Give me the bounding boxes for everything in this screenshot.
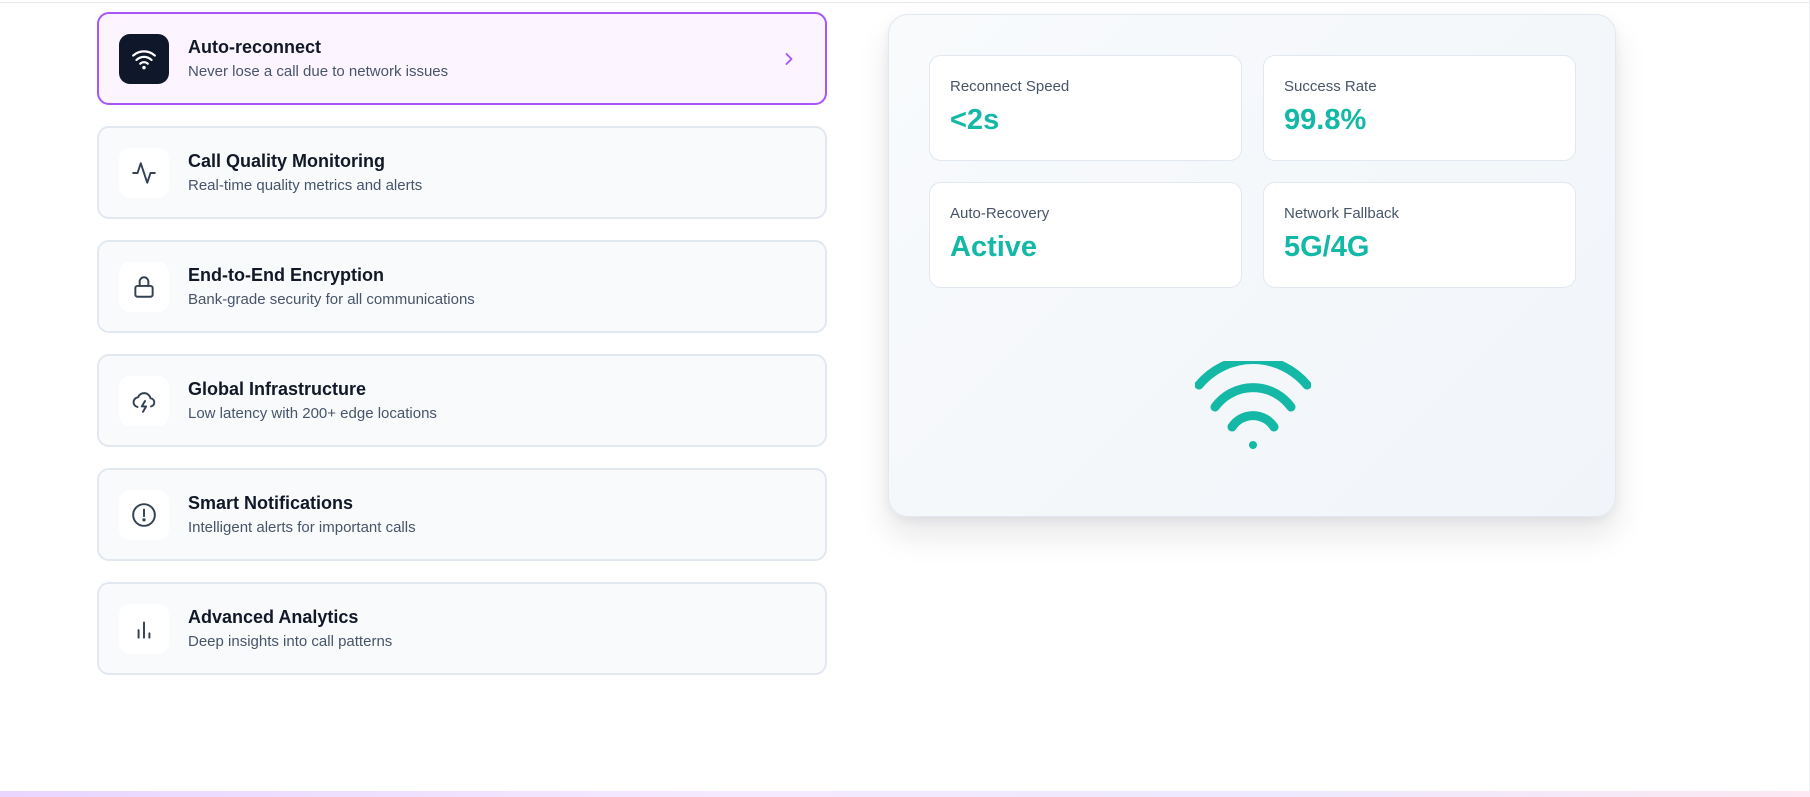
chevron-right-icon [785, 52, 793, 65]
feature-title: Smart Notifications [188, 493, 354, 513]
feature-description: Bank-grade security for all communicatio… [188, 291, 475, 308]
top-divider [0, 2, 1810, 3]
feature-advanced-analytics[interactable]: Advanced Analytics Deep insights into ca… [97, 582, 827, 675]
stat-card-success-rate: Success Rate 99.8% [1263, 55, 1576, 161]
feature-list: Auto-reconnect Never lose a call due to … [97, 12, 827, 696]
stat-label: Auto-Recovery [950, 205, 1050, 222]
feature-description: Intelligent alerts for important calls [188, 519, 416, 536]
lock-icon [119, 261, 169, 312]
feature-end-to-end-encryption[interactable]: End-to-End Encryption Bank-grade securit… [97, 240, 827, 333]
connection-stats-panel: Reconnect Speed <2s Success Rate 99.8% A… [888, 14, 1616, 517]
stat-label: Network Fallback [1284, 205, 1400, 222]
feature-title: Call Quality Monitoring [188, 151, 385, 171]
stat-card-auto-recovery: Auto-Recovery Active [929, 182, 1242, 288]
feature-description: Never lose a call due to network issues [188, 63, 449, 80]
feature-call-quality-monitoring[interactable]: Call Quality Monitoring Real-time qualit… [97, 126, 827, 219]
feature-title: Advanced Analytics [188, 607, 359, 627]
feature-description: Low latency with 200+ edge locations [188, 405, 437, 422]
wifi-icon [1195, 361, 1311, 449]
feature-description: Real-time quality metrics and alerts [188, 177, 423, 194]
alert-circle-icon [119, 489, 169, 540]
cloud-lightning-icon [119, 375, 169, 426]
feature-description: Deep insights into call patterns [188, 633, 393, 650]
stat-value: <2s [950, 104, 1000, 136]
feature-title: Auto-reconnect [188, 37, 322, 57]
stat-value: Active [950, 231, 1038, 263]
stat-card-reconnect-speed: Reconnect Speed <2s [929, 55, 1242, 161]
stat-value: 99.8% [1284, 104, 1367, 136]
bar-chart-icon [119, 603, 169, 654]
stat-value: 5G/4G [1284, 231, 1370, 263]
feature-auto-reconnect[interactable]: Auto-reconnect Never lose a call due to … [97, 12, 827, 105]
stat-label: Reconnect Speed [950, 78, 1070, 95]
feature-smart-notifications[interactable]: Smart Notifications Intelligent alerts f… [97, 468, 827, 561]
stat-card-network-fallback: Network Fallback 5G/4G [1263, 182, 1576, 288]
activity-icon [119, 147, 169, 198]
feature-global-infrastructure[interactable]: Global Infrastructure Low latency with 2… [97, 354, 827, 447]
feature-title: Global Infrastructure [188, 379, 367, 399]
wifi-icon [119, 33, 169, 84]
stat-label: Success Rate [1284, 78, 1377, 95]
stats-grid: Reconnect Speed <2s Success Rate 99.8% A… [929, 55, 1576, 288]
feature-title: End-to-End Encryption [188, 265, 384, 285]
footer-gradient-bar [0, 791, 1810, 797]
